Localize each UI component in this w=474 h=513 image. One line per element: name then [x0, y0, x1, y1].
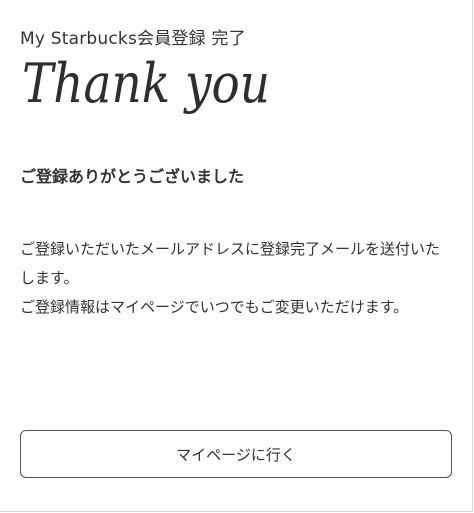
message-line-mypage: ご登録情報はマイページでいつでもご変更いただけます。 — [20, 298, 409, 316]
go-to-mypage-button[interactable]: マイページに行く — [20, 430, 452, 478]
thank-you-text: Thank you — [22, 52, 270, 115]
completion-message: ご登録いただいたメールアドレスに登録完了メールを送付いたします。 ご登録情報はマ… — [20, 235, 452, 322]
page-title: My Starbucks会員登録 完了 — [20, 29, 246, 49]
thank-you-hero: Thank you — [20, 52, 280, 124]
completion-heading: ご登録ありがとうございました — [20, 167, 245, 186]
message-line-email: ご登録いただいたメールアドレスに登録完了メールを送付いたします。 — [20, 240, 441, 287]
